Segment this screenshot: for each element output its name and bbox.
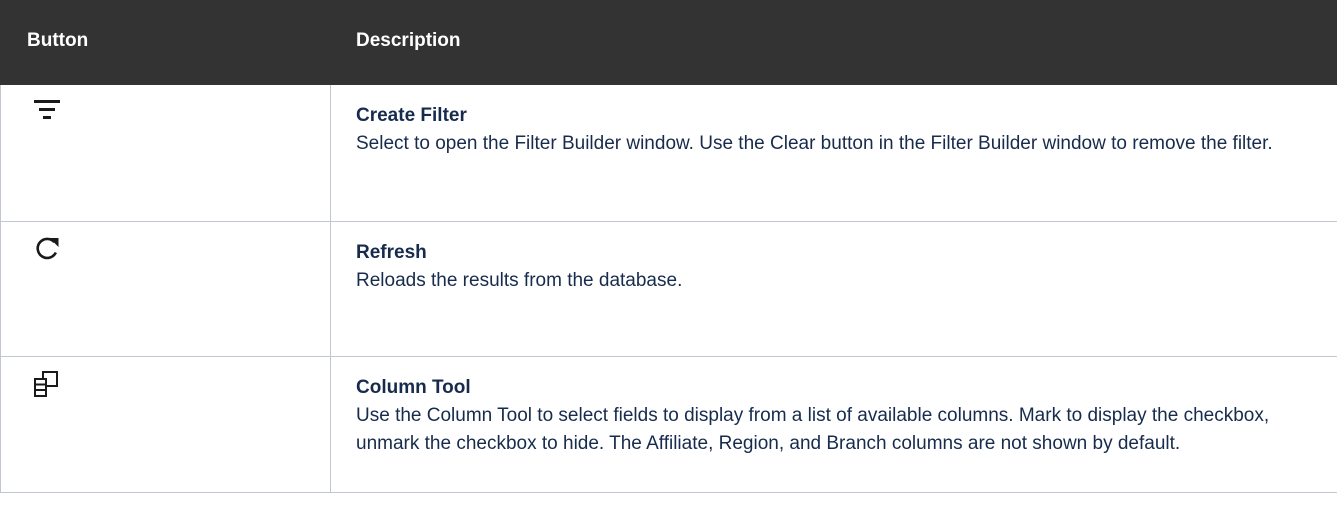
row-title: Create Filter bbox=[356, 105, 467, 126]
row-description: Select to open the Filter Builder window… bbox=[356, 133, 1273, 154]
row-description: Reloads the results from the database. bbox=[356, 270, 683, 291]
header-description: Description bbox=[330, 0, 1337, 85]
table-body: Create Filter Select to open the Filter … bbox=[0, 84, 1337, 493]
button-cell bbox=[0, 221, 331, 357]
row-title: Refresh bbox=[356, 242, 427, 263]
button-cell bbox=[0, 356, 331, 493]
header-row: Button Description bbox=[0, 0, 1337, 85]
filter-icon bbox=[33, 97, 63, 127]
row-description: Use the Column Tool to select fields to … bbox=[356, 405, 1270, 454]
description-cell: Refresh Reloads the results from the dat… bbox=[330, 221, 1337, 357]
header-button: Button bbox=[0, 0, 331, 85]
description-cell: Column Tool Use the Column Tool to selec… bbox=[330, 356, 1337, 493]
row-title: Column Tool bbox=[356, 377, 471, 398]
buttons-table: Button Description Create Filter Select … bbox=[0, 0, 1337, 493]
description-cell: Create Filter Select to open the Filter … bbox=[330, 84, 1337, 222]
column-tool-icon bbox=[33, 369, 63, 399]
table-row-column-tool: Column Tool Use the Column Tool to selec… bbox=[0, 356, 1337, 493]
refresh-icon bbox=[33, 234, 63, 264]
button-cell bbox=[0, 84, 331, 222]
table-row-create-filter: Create Filter Select to open the Filter … bbox=[0, 84, 1337, 222]
table-row-refresh: Refresh Reloads the results from the dat… bbox=[0, 221, 1337, 357]
table-header: Button Description bbox=[0, 0, 1337, 85]
